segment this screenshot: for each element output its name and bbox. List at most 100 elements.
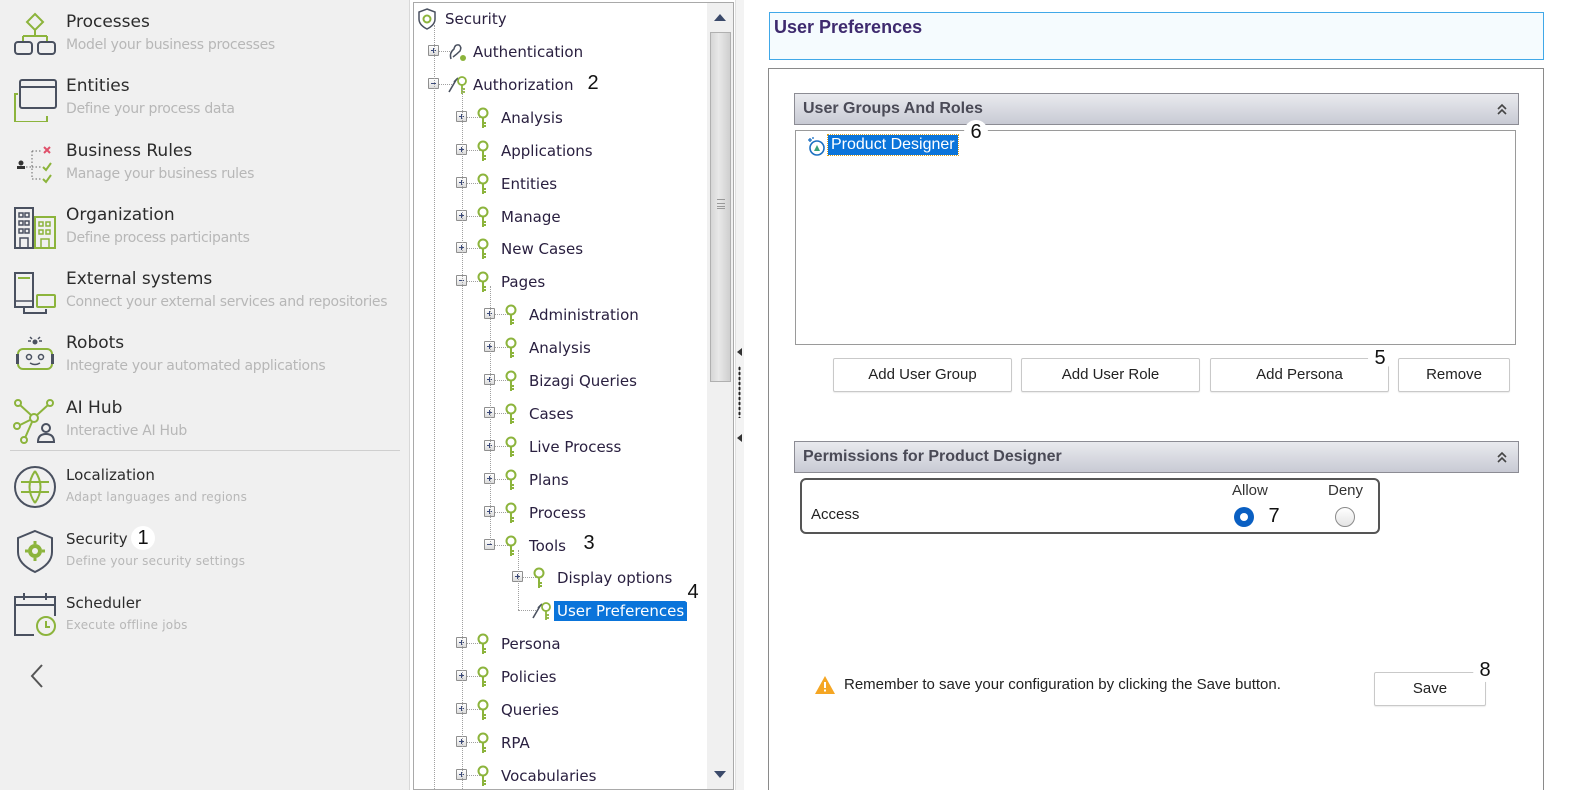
- tree-node[interactable]: Queries: [414, 698, 704, 722]
- scroll-thumb[interactable]: [710, 32, 731, 382]
- tree-node[interactable]: Cases: [414, 402, 704, 426]
- app-window: Processes Model your business processes …: [0, 0, 1573, 790]
- tree-node[interactable]: Entities: [414, 172, 704, 196]
- tree-node[interactable]: Display options: [414, 566, 704, 590]
- double-chevron-up-icon[interactable]: [1496, 450, 1508, 464]
- add-user-group-button[interactable]: Add User Group: [833, 358, 1012, 392]
- tree-node[interactable]: Vocabularies: [414, 764, 704, 788]
- key-icon: [477, 107, 489, 128]
- tree-node-security[interactable]: Security: [414, 7, 704, 31]
- key-icon: [477, 206, 489, 227]
- nav-item-localization[interactable]: Localization Adapt languages and regions: [0, 462, 405, 522]
- key-icon: [477, 140, 489, 161]
- tree-guide-line: [434, 25, 435, 789]
- nav-item-processes[interactable]: Processes Model your business processes: [0, 10, 405, 70]
- nav-item-robots[interactable]: Robots Integrate your automated applicat…: [0, 331, 405, 391]
- tree-node[interactable]: Authentication: [414, 40, 704, 64]
- tree-node[interactable]: Manage: [414, 205, 704, 229]
- nav-item-scheduler[interactable]: Scheduler Execute offline jobs: [0, 590, 405, 650]
- section-header-permissions[interactable]: Permissions for Product Designer: [794, 441, 1519, 473]
- section-header-user-groups[interactable]: User Groups And Roles: [794, 93, 1519, 125]
- chevron-left-icon[interactable]: [24, 660, 54, 690]
- nav-subtitle: Connect your external services and repos…: [66, 294, 388, 310]
- content-header: User Preferences: [769, 12, 1544, 60]
- scroll-down-arrow-icon[interactable]: [714, 771, 726, 778]
- nav-item-ai-hub[interactable]: AI Hub Interactive AI Hub: [0, 396, 405, 456]
- tree-node[interactable]: Pages: [414, 270, 704, 294]
- tree-scrollbar[interactable]: [707, 3, 733, 789]
- permission-row-label: Access: [811, 506, 860, 523]
- panel-splitter[interactable]: [735, 0, 744, 790]
- authorization-icon: [532, 602, 551, 621]
- key-icon: [477, 732, 489, 753]
- save-button[interactable]: Save: [1374, 672, 1486, 706]
- access-deny-radio[interactable]: [1335, 507, 1355, 527]
- tree-node-label: Entities: [501, 174, 558, 193]
- tree-node-label: Authorization: [473, 75, 574, 94]
- external-systems-icon: [14, 272, 56, 314]
- user-groups-list[interactable]: Product Designer: [795, 130, 1516, 345]
- column-header-allow: Allow: [1232, 482, 1268, 499]
- nav-subtitle: Integrate your automated applications: [66, 358, 326, 374]
- nav-item-organization[interactable]: Organization Define process participants: [0, 203, 405, 263]
- key-icon: [505, 535, 517, 556]
- tree-node-label: Persona: [501, 635, 561, 654]
- nav-divider: [10, 450, 400, 451]
- collapse-arrow-icon[interactable]: [737, 434, 742, 442]
- callout-4: 4: [681, 580, 705, 604]
- nav-item-external-systems[interactable]: External systems Connect your external s…: [0, 267, 405, 327]
- localization-icon: [14, 466, 56, 508]
- tree-node-label: RPA: [501, 733, 530, 752]
- tree-node-label: Display options: [557, 569, 673, 588]
- tree-node-label: Authentication: [473, 43, 584, 61]
- tree-node[interactable]: Analysis: [414, 336, 704, 360]
- nav-title: Business Rules: [66, 141, 193, 161]
- tree-node[interactable]: User Preferences: [414, 599, 704, 623]
- authorization-icon: [448, 75, 467, 94]
- tree-node[interactable]: Persona: [414, 632, 704, 656]
- nav-item-business-rules[interactable]: Business Rules Manage your business rule…: [0, 139, 405, 199]
- double-chevron-up-icon[interactable]: [1496, 102, 1508, 116]
- tree-node[interactable]: Process: [414, 501, 704, 525]
- tree-node[interactable]: Policies: [414, 665, 704, 689]
- remove-button[interactable]: Remove: [1398, 358, 1510, 392]
- tree-node[interactable]: Plans: [414, 468, 704, 492]
- tree-node[interactable]: Analysis: [414, 106, 704, 130]
- collapse-arrow-icon[interactable]: [737, 348, 742, 356]
- scheduler-icon: [14, 593, 56, 636]
- splitter-grip-icon: [738, 366, 741, 418]
- tree-node[interactable]: Tools: [414, 534, 704, 558]
- nav-title: Security: [66, 530, 128, 548]
- tree-node-label: Cases: [529, 404, 574, 423]
- tree-node[interactable]: New Cases: [414, 237, 704, 261]
- business-rules-icon: [17, 146, 52, 184]
- tree-node[interactable]: Live Process: [414, 435, 704, 459]
- tree-guide-line: [518, 549, 519, 611]
- callout-6: 6: [964, 120, 988, 144]
- access-allow-radio[interactable]: [1234, 507, 1254, 527]
- nav-item-security[interactable]: Security Define your security settings: [0, 526, 405, 586]
- tree-node[interactable]: RPA: [414, 731, 704, 755]
- tree-node-label: Queries: [501, 701, 559, 719]
- nav-subtitle: Define process participants: [66, 230, 250, 246]
- tree-node[interactable]: Authorization: [414, 73, 704, 97]
- section-title: User Groups And Roles: [803, 100, 983, 117]
- tree-node-label: Pages: [501, 273, 546, 292]
- tree-node[interactable]: Applications: [414, 139, 704, 163]
- nav-subtitle: Interactive AI Hub: [66, 423, 187, 439]
- tree-node[interactable]: Bizagi Queries: [414, 369, 704, 393]
- add-persona-button[interactable]: Add Persona: [1210, 358, 1389, 392]
- nav-subtitle: Define your process data: [66, 101, 235, 117]
- authentication-icon: [449, 44, 466, 61]
- page-title: User Preferences: [774, 17, 923, 37]
- tree-node-label: Administration: [529, 306, 639, 325]
- scroll-up-arrow-icon[interactable]: [714, 14, 726, 21]
- tree-node[interactable]: Administration: [414, 303, 704, 327]
- key-icon: [505, 502, 517, 523]
- nav-item-entities[interactable]: Entities Define your process data: [0, 74, 405, 134]
- organization-icon: [14, 207, 56, 249]
- section-title: Permissions for Product Designer: [803, 448, 1062, 465]
- add-user-role-button[interactable]: Add User Role: [1021, 358, 1200, 392]
- key-icon: [477, 633, 489, 655]
- key-icon: [477, 173, 489, 194]
